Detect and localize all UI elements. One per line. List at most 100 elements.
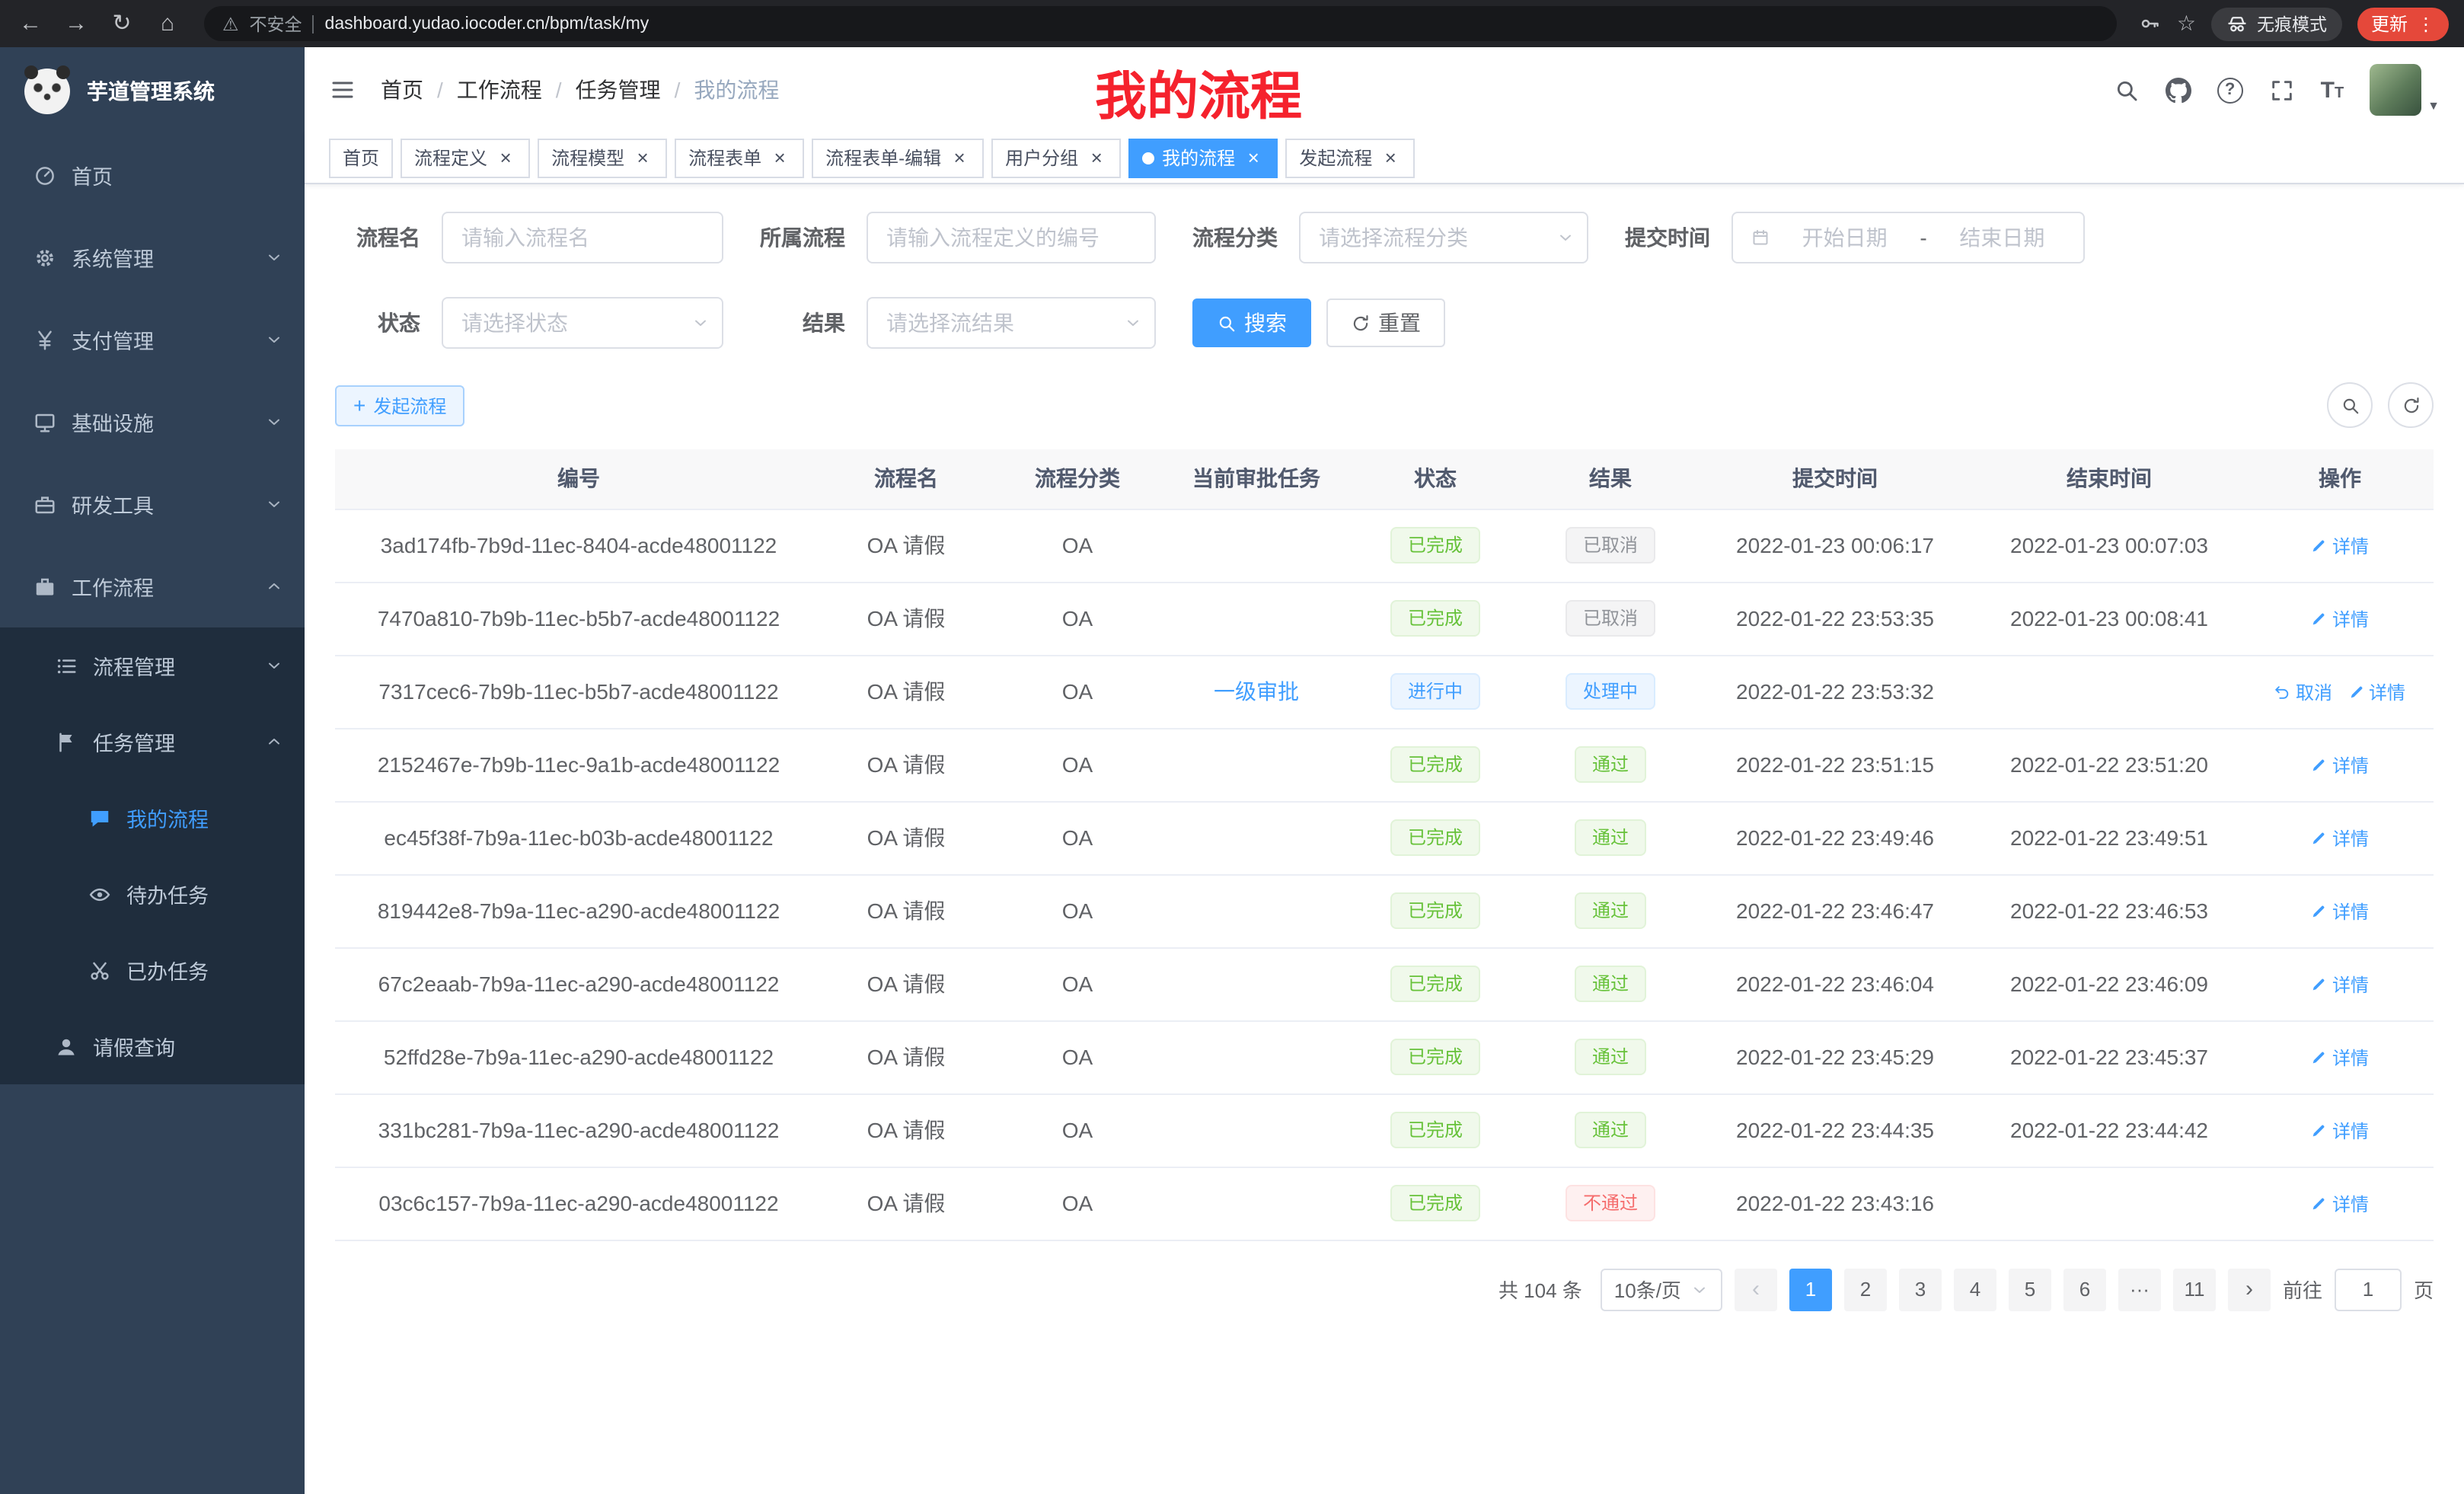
github-icon[interactable] xyxy=(2166,77,2191,103)
app-logo[interactable]: 芋道管理系统 xyxy=(0,47,305,134)
status-select[interactable]: 请选择状态 xyxy=(442,297,723,349)
sidebar-item-done-tasks[interactable]: 已办任务 xyxy=(0,932,305,1008)
sidebar-item-infrastructure[interactable]: 基础设施 xyxy=(0,381,305,463)
cell-process-name: OA 请假 xyxy=(822,874,990,947)
cell-end-time: 2022-01-22 23:45:37 xyxy=(1972,1020,2246,1093)
detail-button[interactable]: 详情 xyxy=(2311,752,2369,777)
process-definition-input[interactable] xyxy=(867,212,1156,263)
cell-end-time: 2022-01-22 23:46:53 xyxy=(1972,874,2246,947)
current-task-link[interactable]: 一级审批 xyxy=(1214,679,1299,704)
sidebar-item-dev-tools[interactable]: 研发工具 xyxy=(0,463,305,545)
browser-update-button[interactable]: 更新 ⋮ xyxy=(2357,7,2449,40)
sidebar-item-payment-management[interactable]: 支付管理 xyxy=(0,298,305,381)
browser-reload-icon[interactable]: ↻ xyxy=(107,12,137,35)
sidebar-item-workflow[interactable]: 工作流程 xyxy=(0,545,305,627)
detail-button[interactable]: 详情 xyxy=(2311,1044,2369,1070)
sidebar-item-process-management[interactable]: 流程管理 xyxy=(0,627,305,704)
cell-category: OA xyxy=(990,655,1165,728)
start-process-button[interactable]: + 发起流程 xyxy=(335,385,464,426)
cell-submit-time: 2022-01-22 23:53:35 xyxy=(1698,582,1972,655)
cell-category: OA xyxy=(990,1093,1165,1167)
search-button[interactable]: 搜索 xyxy=(1192,298,1311,347)
detail-button[interactable]: 详情 xyxy=(2348,678,2405,704)
refresh-table-button[interactable] xyxy=(2388,382,2434,428)
hamburger-icon[interactable] xyxy=(329,76,356,104)
close-icon[interactable]: × xyxy=(1243,147,1264,168)
sidebar-item-task-management[interactable]: 任务管理 xyxy=(0,704,305,780)
breadcrumb-item[interactable]: 任务管理 xyxy=(576,75,661,105)
fullscreen-icon[interactable] xyxy=(2269,77,2295,103)
browser-back-icon[interactable]: ← xyxy=(15,12,46,35)
tab-process-form[interactable]: 流程表单× xyxy=(675,138,804,177)
tab-process-model[interactable]: 流程模型× xyxy=(538,138,667,177)
close-icon[interactable]: × xyxy=(949,147,970,168)
detail-button[interactable]: 详情 xyxy=(2311,1117,2369,1143)
font-size-icon[interactable]: TT xyxy=(2321,78,2344,101)
page-4-button[interactable]: 4 xyxy=(1954,1268,1996,1310)
tab-my-process[interactable]: 我的流程× xyxy=(1128,138,1278,177)
page-5-button[interactable]: 5 xyxy=(2009,1268,2051,1310)
sidebar-item-label: 任务管理 xyxy=(93,726,265,757)
avatar[interactable] xyxy=(2370,64,2421,116)
next-page-button[interactable]: › xyxy=(2228,1268,2271,1310)
cancel-button[interactable]: 取消 xyxy=(2274,678,2332,704)
filter-process-definition: 所属流程 xyxy=(760,212,1156,263)
sidebar-item-todo-tasks[interactable]: 待办任务 xyxy=(0,856,305,932)
help-icon[interactable]: ? xyxy=(2217,77,2243,103)
close-icon[interactable]: × xyxy=(632,147,653,168)
browser-address-bar[interactable]: ⚠ 不安全 dashboard.yudao.iocoder.cn/bpm/tas… xyxy=(204,6,2118,41)
reset-button[interactable]: 重置 xyxy=(1326,298,1445,347)
breadcrumb-item[interactable]: 首页 xyxy=(381,75,423,105)
detail-button[interactable]: 详情 xyxy=(2311,532,2369,558)
detail-button[interactable]: 详情 xyxy=(2311,898,2369,924)
tab-home[interactable]: 首页 xyxy=(329,138,393,177)
page-6-button[interactable]: 6 xyxy=(2063,1268,2106,1310)
cell-result: 不通过 xyxy=(1523,1167,1698,1240)
tab-process-form-edit[interactable]: 流程表单-编辑× xyxy=(812,138,984,177)
breadcrumb-separator: / xyxy=(556,78,562,102)
detail-button[interactable]: 详情 xyxy=(2311,605,2369,631)
page-size-select[interactable]: 10条/页 xyxy=(1601,1268,1722,1310)
tab-user-group[interactable]: 用户分组× xyxy=(991,138,1121,177)
browser-menu-icon[interactable]: ⋮ xyxy=(2417,13,2435,34)
sidebar-item-system-management[interactable]: 系统管理 xyxy=(0,216,305,298)
close-icon[interactable]: × xyxy=(1086,147,1107,168)
browser-home-icon[interactable]: ⌂ xyxy=(152,12,183,35)
tab-start-process[interactable]: 发起流程 × xyxy=(1285,138,1415,177)
tab-label: 发起流程 xyxy=(1299,145,1372,171)
category-select[interactable]: 请选择流程分类 xyxy=(1299,212,1588,263)
cell-process-name: OA 请假 xyxy=(822,655,990,728)
show-search-button[interactable] xyxy=(2327,382,2373,428)
more-pages-button[interactable]: ··· xyxy=(2118,1268,2161,1310)
breadcrumb-item[interactable]: 工作流程 xyxy=(457,75,542,105)
key-icon[interactable] xyxy=(2139,12,2162,35)
detail-button[interactable]: 详情 xyxy=(2311,825,2369,851)
result-badge: 通过 xyxy=(1575,1039,1645,1075)
page-1-button[interactable]: 1 xyxy=(1789,1268,1832,1310)
sidebar-item-my-process[interactable]: 我的流程 xyxy=(0,780,305,856)
search-icon xyxy=(1217,313,1237,333)
prev-page-button[interactable]: ‹ xyxy=(1735,1268,1777,1310)
search-icon[interactable] xyxy=(2114,77,2140,103)
page-3-button[interactable]: 3 xyxy=(1899,1268,1942,1310)
tab-process-definition[interactable]: 流程定义× xyxy=(401,138,530,177)
sidebar-item-leave-query[interactable]: 请假查询 xyxy=(0,1008,305,1084)
detail-button[interactable]: 详情 xyxy=(2311,1190,2369,1216)
sidebar-item-label: 流程管理 xyxy=(93,650,265,681)
browser-forward-icon[interactable]: → xyxy=(61,12,91,35)
user-menu[interactable]: ▼ xyxy=(2370,64,2440,116)
close-icon[interactable]: × xyxy=(495,147,516,168)
bookmark-star-icon[interactable]: ☆ xyxy=(2177,11,2196,37)
close-icon[interactable]: × xyxy=(1380,147,1401,168)
result-select[interactable]: 请选择流结果 xyxy=(867,297,1156,349)
page-2-button[interactable]: 2 xyxy=(1844,1268,1887,1310)
sidebar-item-home[interactable]: 首页 xyxy=(0,134,305,216)
page-11-button[interactable]: 11 xyxy=(2173,1268,2216,1310)
date-range-input[interactable]: 开始日期 - 结束日期 xyxy=(1732,212,2085,263)
detail-button[interactable]: 详情 xyxy=(2311,971,2369,997)
goto-page-input[interactable] xyxy=(2335,1268,2402,1310)
close-icon[interactable]: × xyxy=(769,147,790,168)
table-row: ec45f38f-7b9a-11ec-b03b-acde48001122OA 请… xyxy=(335,801,2434,874)
process-name-input[interactable] xyxy=(442,212,723,263)
status-badge: 已完成 xyxy=(1391,746,1479,783)
